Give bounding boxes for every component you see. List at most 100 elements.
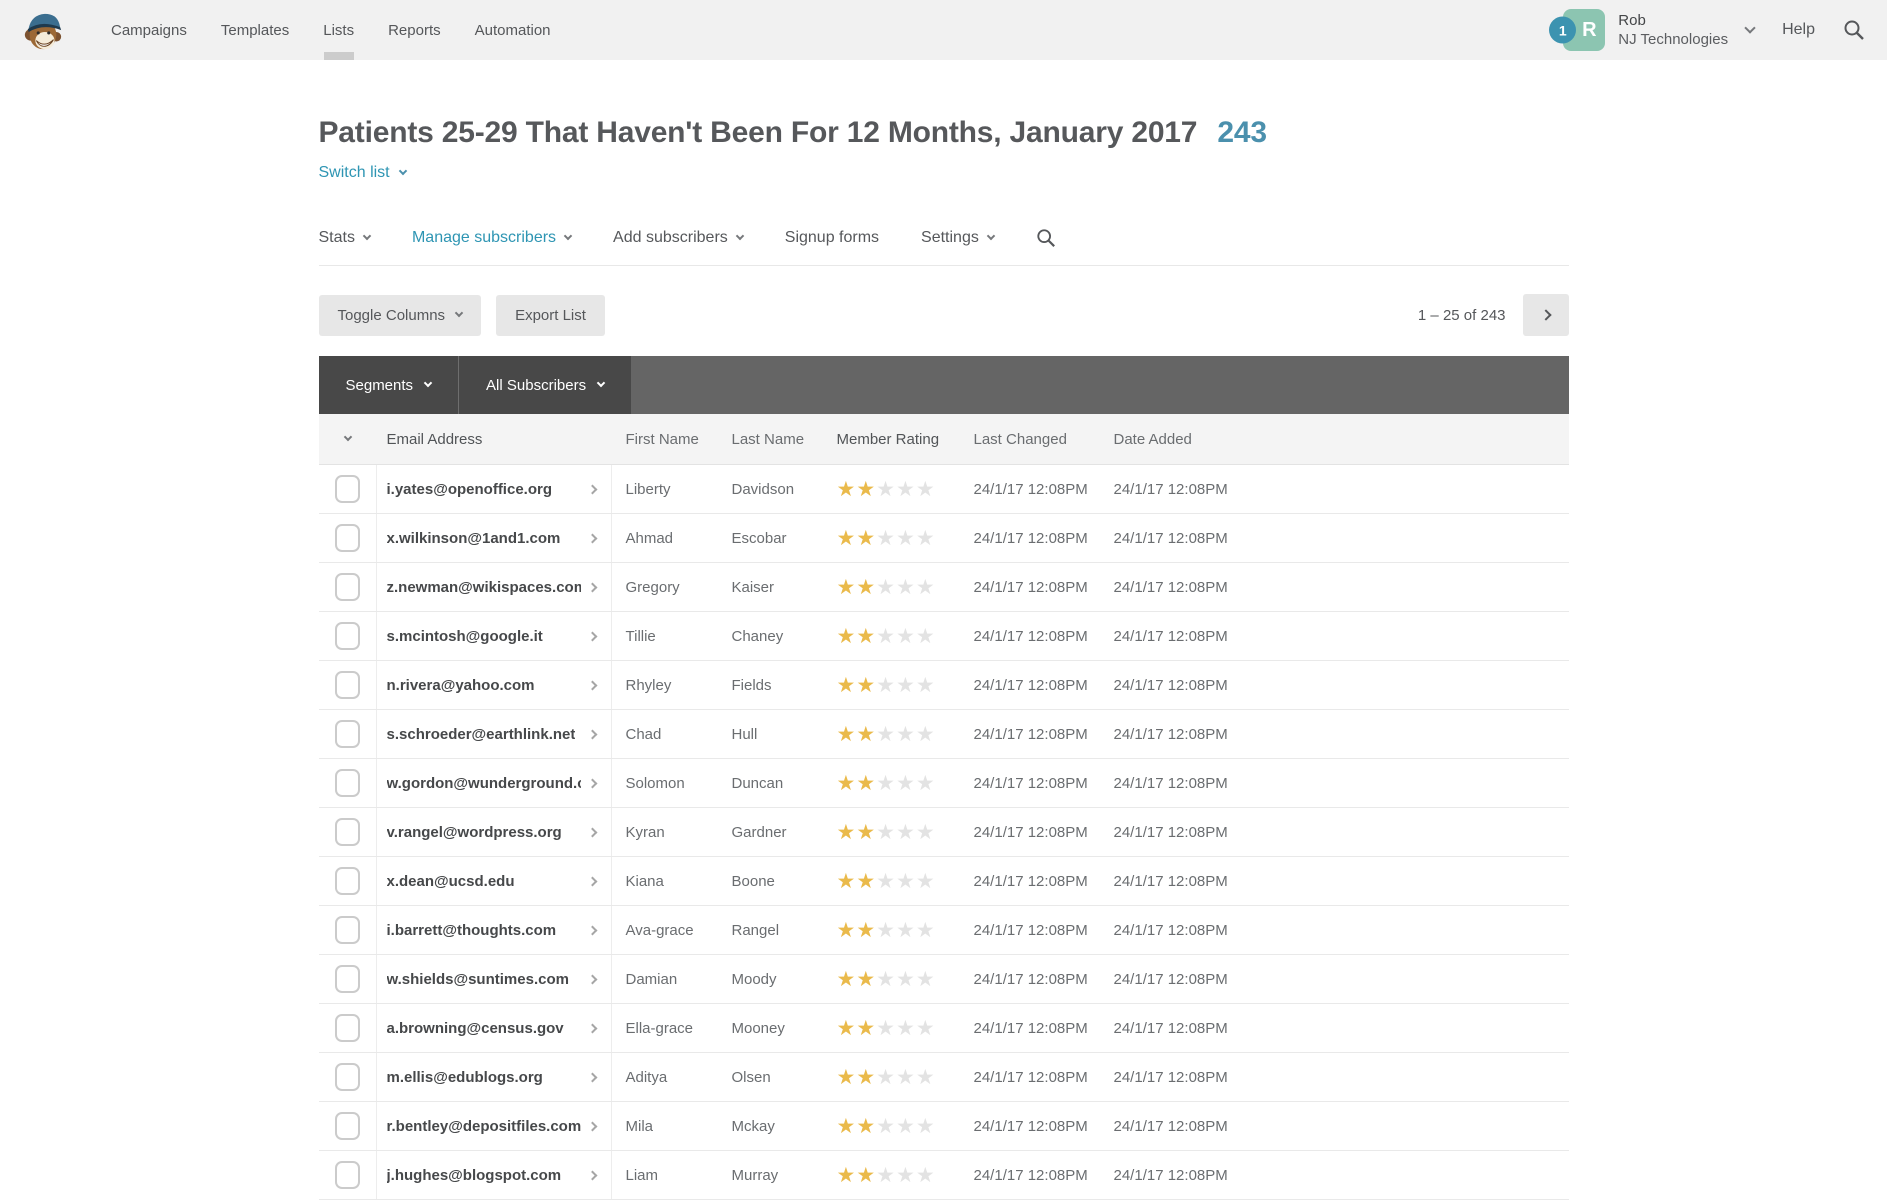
star-empty-icon: ★ [896, 624, 916, 648]
row-checkbox[interactable] [335, 671, 360, 699]
cell-last-name: Kaiser [718, 579, 824, 596]
chevron-right-icon[interactable] [587, 680, 597, 690]
subscriber-email[interactable]: x.dean@ucsd.edu [387, 873, 515, 890]
subscriber-email[interactable]: s.schroeder@earthlink.net [387, 726, 576, 743]
row-checkbox[interactable] [335, 916, 360, 944]
row-checkbox[interactable] [335, 475, 360, 503]
row-checkbox[interactable] [335, 769, 360, 797]
row-checkbox[interactable] [335, 867, 360, 895]
chevron-right-icon[interactable] [587, 533, 597, 543]
cell-last-name: Chaney [718, 628, 824, 645]
star-empty-icon: ★ [896, 1065, 916, 1089]
star-empty-icon: ★ [916, 575, 936, 599]
chevron-right-icon[interactable] [587, 484, 597, 494]
col-header-last-name[interactable]: Last Name [718, 431, 824, 448]
col-header-last-changed[interactable]: Last Changed [961, 431, 1101, 448]
subscriber-email[interactable]: s.mcintosh@google.it [387, 628, 543, 645]
nav-lists[interactable]: Lists [306, 0, 371, 60]
subscriber-email[interactable]: n.rivera@yahoo.com [387, 677, 535, 694]
subscriber-email[interactable]: z.newman@wikispaces.com [387, 579, 581, 596]
subscriber-email[interactable]: j.hughes@blogspot.com [387, 1167, 562, 1184]
avatar-initial: R [1582, 19, 1596, 42]
cell-last-name: Davidson [718, 481, 824, 498]
nav-automation[interactable]: Automation [458, 0, 568, 60]
row-checkbox[interactable] [335, 524, 360, 552]
chevron-right-icon[interactable] [587, 1121, 597, 1131]
cell-date-added: 24/1/17 12:08PM [1101, 971, 1569, 988]
chevron-down-icon [424, 379, 432, 387]
tab-add-subscribers[interactable]: Add subscribers [613, 229, 743, 247]
nav-campaigns[interactable]: Campaigns [94, 0, 204, 60]
toggle-columns-button[interactable]: Toggle Columns [319, 295, 482, 336]
nav-reports[interactable]: Reports [371, 0, 458, 60]
switch-list-label: Switch list [319, 164, 390, 182]
chevron-right-icon[interactable] [587, 876, 597, 886]
row-checkbox[interactable] [335, 818, 360, 846]
cell-last-changed: 24/1/17 12:08PM [961, 677, 1101, 694]
tab-stats[interactable]: Stats [319, 229, 370, 247]
star-empty-icon: ★ [876, 1065, 896, 1089]
star-empty-icon: ★ [916, 869, 936, 893]
chevron-right-icon[interactable] [587, 582, 597, 592]
chevron-right-icon[interactable] [587, 1023, 597, 1033]
col-header-date-added[interactable]: Date Added [1101, 431, 1569, 448]
chevron-right-icon[interactable] [587, 631, 597, 641]
next-page-button[interactable] [1523, 294, 1569, 336]
member-rating: ★★★★★ [837, 967, 936, 991]
chevron-right-icon[interactable] [587, 729, 597, 739]
star-empty-icon: ★ [916, 918, 936, 942]
chevron-right-icon[interactable] [587, 925, 597, 935]
subscriber-email[interactable]: i.yates@openoffice.org [387, 481, 553, 498]
col-header-email[interactable]: Email Address [377, 431, 612, 448]
cell-date-added: 24/1/17 12:08PM [1101, 579, 1569, 596]
page-title: Patients 25-29 That Haven't Been For 12 … [319, 116, 1569, 150]
subscriber-email[interactable]: x.wilkinson@1and1.com [387, 530, 561, 547]
segments-dropdown[interactable]: Segments [319, 356, 459, 414]
col-header-first-name[interactable]: First Name [612, 431, 718, 448]
row-checkbox[interactable] [335, 1063, 360, 1091]
account-menu[interactable]: 1 R Rob NJ Technologies [1563, 9, 1754, 51]
cell-last-changed: 24/1/17 12:08PM [961, 971, 1101, 988]
subscriber-email[interactable]: i.barrett@thoughts.com [387, 922, 557, 939]
search-icon[interactable] [1036, 228, 1056, 248]
nav-templates[interactable]: Templates [204, 0, 306, 60]
table-row: s.schroeder@earthlink.net Chad Hull ★★★★… [319, 710, 1569, 759]
search-icon[interactable] [1843, 19, 1865, 41]
col-header-member-rating[interactable]: Member Rating [824, 431, 961, 448]
row-checkbox[interactable] [335, 1112, 360, 1140]
mailchimp-logo[interactable] [22, 9, 64, 55]
switch-list-button[interactable]: Switch list [319, 164, 406, 182]
cell-first-name: Tillie [612, 628, 718, 645]
chevron-right-icon[interactable] [587, 827, 597, 837]
subscriber-email[interactable]: a.browning@census.gov [387, 1020, 564, 1037]
star-empty-icon: ★ [896, 967, 916, 991]
export-list-button[interactable]: Export List [496, 295, 605, 336]
tab-manage-subscribers[interactable]: Manage subscribers [412, 229, 571, 247]
row-checkbox[interactable] [335, 622, 360, 650]
all-subscribers-dropdown[interactable]: All Subscribers [458, 356, 631, 414]
subscriber-email[interactable]: m.ellis@edublogs.org [387, 1069, 543, 1086]
row-checkbox[interactable] [335, 965, 360, 993]
row-checkbox[interactable] [335, 1161, 360, 1189]
subscriber-email[interactable]: v.rangel@wordpress.org [387, 824, 562, 841]
subscriber-email[interactable]: w.shields@suntimes.com [387, 971, 569, 988]
star-empty-icon: ★ [896, 526, 916, 550]
select-all-dropdown[interactable] [343, 433, 351, 441]
chevron-right-icon[interactable] [587, 1072, 597, 1082]
subscriber-email[interactable]: r.bentley@depositfiles.com [387, 1118, 581, 1135]
star-filled-icon: ★ [837, 1114, 857, 1138]
row-checkbox[interactable] [335, 1014, 360, 1042]
cell-last-name: Murray [718, 1167, 824, 1184]
tab-signup-forms[interactable]: Signup forms [785, 229, 879, 247]
star-filled-icon: ★ [837, 1065, 857, 1089]
chevron-right-icon[interactable] [587, 778, 597, 788]
help-link[interactable]: Help [1782, 21, 1815, 39]
chevron-right-icon[interactable] [587, 974, 597, 984]
chevron-right-icon[interactable] [587, 1170, 597, 1180]
tab-settings[interactable]: Settings [921, 229, 994, 247]
subscriber-email[interactable]: w.gordon@wunderground.c... [387, 775, 581, 792]
row-checkbox[interactable] [335, 573, 360, 601]
star-filled-icon: ★ [837, 526, 857, 550]
row-checkbox[interactable] [335, 720, 360, 748]
star-empty-icon: ★ [916, 722, 936, 746]
